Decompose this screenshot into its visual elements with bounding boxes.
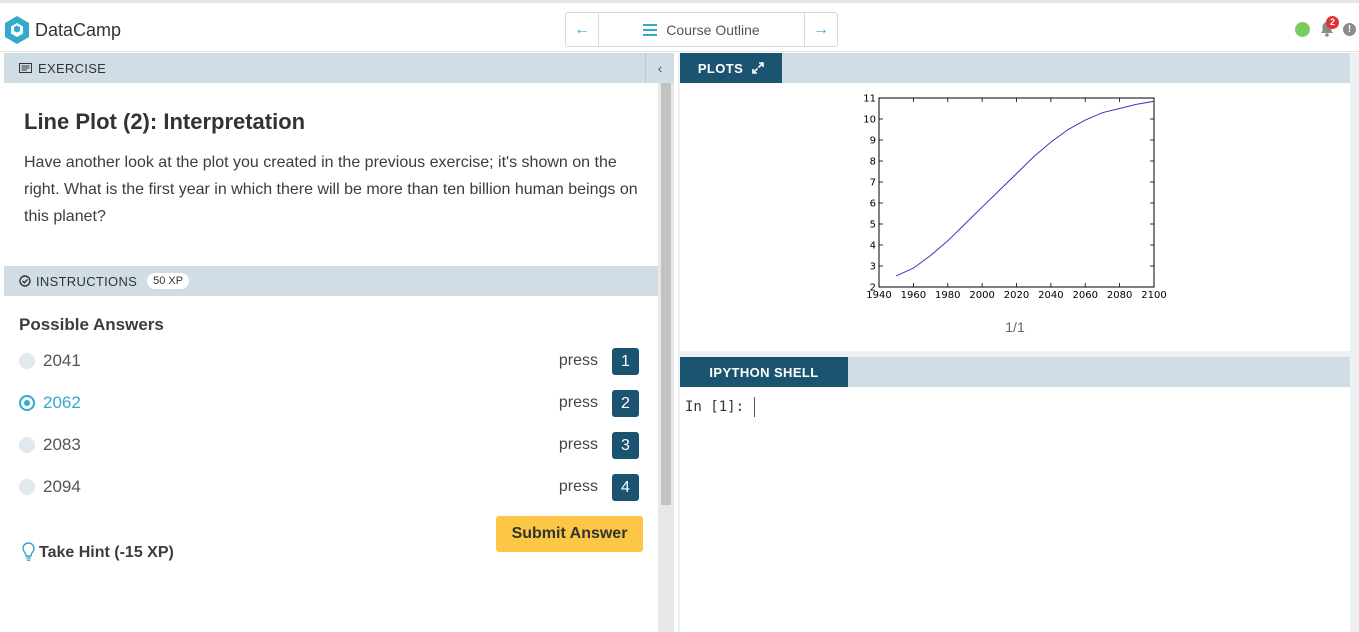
press-label: press bbox=[558, 352, 598, 369]
app-name: DataCamp bbox=[35, 19, 122, 40]
course-nav: ← Course Outline → bbox=[565, 12, 838, 47]
y-tick-label: 7 bbox=[870, 178, 876, 189]
ipython-shell[interactable]: In [1]: bbox=[680, 387, 1350, 632]
possible-answers-title: Possible Answers bbox=[19, 315, 164, 334]
tab-ipython-shell[interactable]: IPYTHON SHELL bbox=[680, 357, 848, 387]
top-bar: DataCamp ← Course Outline → 2 ! bbox=[0, 0, 1359, 52]
take-hint-button[interactable]: Take Hint (-15 XP) bbox=[22, 542, 174, 563]
answer-label: 2062 bbox=[43, 393, 81, 412]
y-tick-label: 8 bbox=[870, 157, 876, 168]
exercise-icon bbox=[19, 63, 32, 73]
press-label: press bbox=[558, 478, 598, 495]
instructions-header-label: INSTRUCTIONS bbox=[36, 273, 138, 289]
y-tick-label: 6 bbox=[870, 199, 876, 210]
status-area: 2 ! bbox=[1295, 16, 1359, 37]
notifications-button[interactable]: 2 bbox=[1320, 16, 1339, 37]
scrollbar[interactable] bbox=[658, 83, 674, 632]
exercise-description: Have another look at the plot you create… bbox=[24, 154, 638, 225]
press-label: press bbox=[558, 436, 598, 453]
y-tick-label: 5 bbox=[870, 220, 876, 231]
submit-answer-button[interactable]: Submit Answer bbox=[496, 516, 643, 552]
datacamp-logo-icon bbox=[5, 16, 29, 44]
x-tick-label: 1980 bbox=[935, 290, 960, 301]
radio-button[interactable] bbox=[19, 437, 35, 453]
shortcut-key: 1 bbox=[612, 347, 639, 375]
answer-option-3[interactable]: 2083 press 3 bbox=[19, 431, 639, 459]
exercise-header-label: EXERCISE bbox=[38, 60, 107, 76]
plot-pager: 1/1 bbox=[1005, 319, 1025, 335]
text-cursor bbox=[754, 397, 756, 417]
y-tick-label: 9 bbox=[870, 136, 876, 147]
scrollbar-thumb[interactable] bbox=[661, 83, 671, 505]
answer-label: 2094 bbox=[43, 477, 81, 496]
y-tick-label: 11 bbox=[863, 94, 876, 105]
logo[interactable]: DataCamp bbox=[4, 15, 121, 45]
expand-icon[interactable] bbox=[752, 62, 764, 74]
x-tick-label: 2100 bbox=[1141, 290, 1166, 301]
y-tick-label: 2 bbox=[870, 283, 876, 294]
arrow-left-icon: ← bbox=[574, 20, 590, 38]
x-tick-label: 2060 bbox=[1073, 290, 1098, 301]
x-tick-label: 2000 bbox=[969, 290, 994, 301]
radio-button-selected[interactable] bbox=[19, 395, 35, 411]
answer-option-1[interactable]: 2041 press 1 bbox=[19, 347, 639, 375]
shortcut-key: 4 bbox=[612, 473, 639, 501]
shell-prompt[interactable]: In [1]: bbox=[685, 397, 756, 417]
exercise-title: Line Plot (2): Interpretation bbox=[24, 109, 306, 134]
plots-tab-label: PLOTS bbox=[697, 60, 744, 76]
instructions-header: INSTRUCTIONS 50 XP bbox=[4, 266, 658, 296]
plot-frame bbox=[878, 97, 1155, 288]
xp-badge: 50 XP bbox=[147, 273, 190, 289]
shortcut-key: 2 bbox=[612, 389, 639, 417]
arrow-right-icon: → bbox=[813, 20, 829, 38]
take-hint-label: Take Hint (-15 XP) bbox=[39, 543, 174, 561]
answer-label: 2083 bbox=[43, 435, 81, 454]
press-label: press bbox=[558, 394, 598, 411]
x-tick-label: 2020 bbox=[1004, 290, 1029, 301]
course-outline-button[interactable]: Course Outline bbox=[599, 13, 804, 46]
x-tick-label: 1960 bbox=[901, 290, 926, 301]
info-icon[interactable]: ! bbox=[1343, 22, 1356, 36]
y-tick-label: 10 bbox=[863, 115, 876, 126]
lightbulb-icon bbox=[22, 542, 35, 561]
x-tick-label: 2040 bbox=[1038, 290, 1063, 301]
check-circle-icon bbox=[19, 275, 31, 287]
previous-exercise-button[interactable]: ← bbox=[566, 13, 599, 46]
exercise-header: EXERCISE bbox=[4, 53, 645, 83]
collapse-pane-button[interactable]: ‹ bbox=[645, 53, 674, 83]
prompt-label: In [1]: bbox=[685, 399, 745, 415]
radio-button[interactable] bbox=[19, 479, 35, 495]
chevron-left-icon: ‹ bbox=[657, 60, 663, 76]
radio-button[interactable] bbox=[19, 353, 35, 369]
tab-plots[interactable]: PLOTS bbox=[680, 53, 782, 83]
x-tick-label: 2080 bbox=[1107, 290, 1132, 301]
course-outline-label: Course Outline bbox=[666, 21, 760, 38]
y-tick-label: 3 bbox=[870, 262, 876, 273]
notification-count-badge: 2 bbox=[1326, 16, 1339, 29]
exercise-pane: EXERCISE ‹ Line Plot (2): Interpretation… bbox=[4, 53, 674, 632]
line-chart: 1940 1960 1980 2000 2020 2040 2060 2080 21002345… bbox=[863, 94, 1166, 302]
plots-area: 1940 1960 1980 2000 2020 2040 2060 2080 2100 2 3 4 5… bbox=[680, 83, 1350, 351]
session-status-indicator bbox=[1295, 21, 1310, 37]
menu-icon bbox=[643, 23, 658, 36]
answer-option-2[interactable]: 2062 press 2 bbox=[19, 389, 639, 417]
y-tick-label: 4 bbox=[870, 241, 876, 252]
answer-option-4[interactable]: 2094 press 4 bbox=[19, 473, 639, 501]
shortcut-key: 3 bbox=[612, 431, 639, 459]
answer-label: 2041 bbox=[43, 351, 81, 370]
next-exercise-button[interactable]: → bbox=[804, 13, 837, 46]
